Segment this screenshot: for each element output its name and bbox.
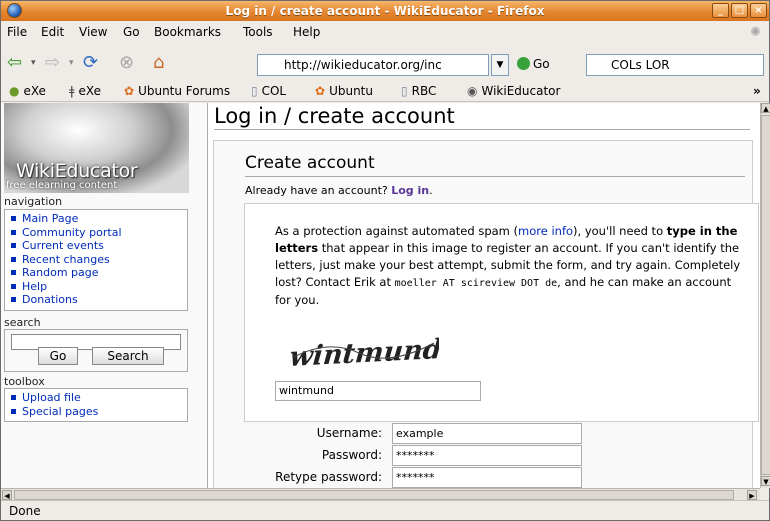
login-link[interactable]: Log in	[391, 184, 429, 197]
page-bookmark-icon: ▯	[401, 84, 408, 98]
exe-figure-icon: ǂ	[69, 84, 75, 98]
vertical-scroll-thumb[interactable]	[761, 115, 770, 475]
nav-donations[interactable]: Donations	[11, 293, 187, 307]
username-label: Username:	[316, 426, 382, 440]
already-have-account: Already have an account? Log in.	[245, 184, 433, 197]
menu-view[interactable]: View	[79, 25, 107, 39]
stop-icon[interactable]: ⊗	[119, 52, 134, 74]
nav-recent-changes[interactable]: Recent changes	[11, 253, 187, 267]
bookmark-ubuntu[interactable]: ✿ Ubuntu	[315, 84, 373, 98]
title-bar: Log in / create account - WikiEducator -…	[1, 1, 769, 21]
navigation-portlet: Main Page Community portal Current event…	[4, 209, 188, 311]
status-bar: Done	[1, 500, 769, 521]
horizontal-scroll-thumb[interactable]	[14, 490, 734, 500]
bookmarks-toolbar: ● eXe ǂ eXe ✿ Ubuntu Forums ▯ COL ✿ Ubuntu ▯ R…	[1, 80, 769, 102]
throbber-icon: ✺	[750, 25, 761, 40]
wiki-search-button[interactable]: Search	[92, 347, 164, 365]
page-content: WikiEducator free elearning content navi…	[1, 103, 760, 488]
minimize-button[interactable]: _	[712, 3, 729, 18]
contact-email: moeller AT scireview DOT de	[394, 278, 558, 289]
bookmark-exe-2[interactable]: ǂ eXe	[69, 84, 101, 98]
retype-password-label: Retype password:	[275, 470, 382, 484]
nav-current-events[interactable]: Current events	[11, 239, 187, 253]
menu-edit[interactable]: Edit	[41, 25, 64, 39]
nav-main-page[interactable]: Main Page	[11, 212, 187, 226]
navigation-toolbar: ⇦ ▾ ⇨ ▾ ⟳ ⊗ ⌂ http://wikieducator.org/in…	[1, 45, 769, 79]
sidebar: WikiEducator free elearning content navi…	[1, 103, 207, 488]
captcha-input[interactable]: wintmund	[275, 381, 481, 401]
bookmark-ubuntu-forums[interactable]: ✿ Ubuntu Forums	[124, 84, 230, 98]
go-icon	[517, 57, 530, 70]
toolbox-portlet: Upload file Special pages	[4, 388, 188, 422]
scroll-right-arrow-icon[interactable]: ▶	[747, 490, 757, 500]
go-button[interactable]: Go	[517, 57, 550, 71]
menu-go[interactable]: Go	[123, 25, 140, 39]
logo-title: WikiEducator	[16, 160, 138, 182]
home-icon[interactable]: ⌂	[153, 52, 164, 74]
heading-divider	[245, 176, 745, 177]
url-input[interactable]: http://wikieducator.org/inc	[257, 54, 489, 76]
menu-bookmarks[interactable]: Bookmarks	[154, 25, 221, 39]
bookmark-exe-1[interactable]: ● eXe	[9, 84, 46, 98]
wikieducator-icon: ◉	[467, 84, 478, 98]
close-button[interactable]: ×	[750, 3, 767, 18]
wiki-go-button[interactable]: Go	[38, 347, 78, 365]
nav-random-page[interactable]: Random page	[11, 266, 187, 280]
search-heading: search	[4, 316, 41, 329]
go-label: Go	[533, 57, 550, 71]
forward-dropdown-icon[interactable]: ▾	[69, 52, 74, 74]
browser-window: Log in / create account - WikiEducator -…	[0, 0, 770, 521]
username-input[interactable]: example	[392, 423, 582, 444]
menu-file[interactable]: File	[7, 25, 27, 39]
nav-community-portal[interactable]: Community portal	[11, 226, 187, 240]
main-content: Log in / create account Create account A…	[207, 103, 760, 488]
captcha-box: As a protection against automated spam (…	[244, 203, 759, 422]
window-title: Log in / create account - WikiEducator -…	[225, 4, 545, 18]
back-arrow-icon[interactable]: ⇦	[7, 52, 22, 74]
retype-password-input[interactable]: *******	[392, 467, 582, 488]
captcha-word: wintmund	[289, 334, 439, 373]
status-text: Done	[9, 504, 41, 518]
menu-tools[interactable]: Tools	[243, 25, 273, 39]
more-info-link[interactable]: more info	[518, 224, 573, 238]
create-account-heading: Create account	[245, 153, 375, 173]
maximize-button[interactable]: □	[731, 3, 748, 18]
page-bookmark-icon: ▯	[251, 84, 258, 98]
password-label: Password:	[321, 448, 382, 462]
create-account-panel: Create account Already have an account? …	[213, 140, 759, 488]
toolbox-heading: toolbox	[4, 375, 45, 388]
ubuntu-icon: ✿	[124, 84, 135, 98]
menu-help[interactable]: Help	[293, 25, 320, 39]
bookmarks-overflow-button[interactable]: »	[753, 84, 761, 98]
back-dropdown-icon[interactable]: ▾	[31, 52, 36, 74]
tool-special-pages[interactable]: Special pages	[11, 405, 187, 419]
tool-upload-file[interactable]: Upload file	[11, 391, 187, 405]
scroll-left-arrow-icon[interactable]: ◀	[2, 490, 12, 500]
navigation-heading: navigation	[4, 195, 63, 208]
password-input[interactable]: *******	[392, 445, 582, 466]
horizontal-scrollbar[interactable]: ◀ ▶	[1, 488, 760, 500]
reload-icon[interactable]: ⟳	[83, 52, 98, 74]
ubuntu-icon: ✿	[315, 84, 326, 98]
url-dropdown-button[interactable]: ▼	[491, 54, 509, 76]
scroll-down-arrow-icon[interactable]: ▼	[761, 476, 770, 486]
page-title: Log in / create account	[214, 104, 455, 128]
vertical-scrollbar[interactable]: ▲ ▼	[760, 103, 770, 488]
bookmark-wikieducator[interactable]: ◉ WikiEducator	[467, 84, 560, 98]
nav-help[interactable]: Help	[11, 280, 187, 294]
bookmark-rbc[interactable]: ▯ RBC	[401, 84, 436, 98]
search-engine-input[interactable]: COLs LOR	[586, 54, 764, 76]
scroll-up-arrow-icon[interactable]: ▲	[761, 103, 770, 113]
bookmark-col[interactable]: ▯ COL	[251, 84, 286, 98]
captcha-instructions: As a protection against automated spam (…	[275, 224, 741, 307]
exe-icon: ●	[9, 84, 20, 98]
captcha-image: wintmund	[289, 334, 439, 373]
menu-bar: File Edit View Go Bookmarks Tools Help ✺	[1, 22, 769, 43]
wikieducator-logo[interactable]: WikiEducator free elearning content	[4, 103, 189, 193]
title-divider	[214, 129, 750, 130]
forward-arrow-icon[interactable]: ⇨	[45, 52, 60, 74]
logo-subtitle: free elearning content	[6, 180, 118, 191]
